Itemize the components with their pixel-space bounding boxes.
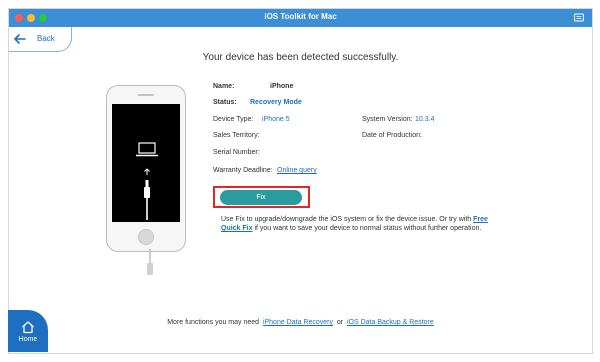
home-icon	[22, 321, 34, 334]
usb-plug-icon	[147, 249, 153, 275]
laptop-icon	[136, 142, 158, 157]
up-arrow-icon	[144, 168, 150, 175]
iphone-data-recovery-link[interactable]: iPhone Data Recovery	[263, 319, 333, 326]
back-arrow-icon	[14, 34, 26, 44]
system-version-label: System Version:	[362, 116, 413, 123]
device-type-label: Device Type:	[213, 116, 254, 123]
detection-message: Your device has been detected successful…	[202, 52, 399, 63]
footer-prefix: More functions you may need	[167, 319, 260, 326]
ios-data-backup-restore-link[interactable]: iOS Data Backup & Restore	[347, 319, 434, 326]
home-label: Home	[18, 336, 38, 343]
system-version-value: 10.3.4	[415, 116, 435, 123]
phone-home-key	[138, 229, 154, 245]
fix-description: Use Fix to upgrade/downgrade the iOS sys…	[221, 215, 491, 233]
phone-speaker	[138, 94, 154, 96]
status-value: Recovery Mode	[250, 99, 302, 106]
device-type-value: iPhone 5	[262, 116, 290, 123]
sales-territory-label: Sales Territory:	[213, 132, 260, 139]
fix-desc-text-1: Use Fix to upgrade/downgrade the iOS sys…	[221, 216, 472, 223]
menu-icon[interactable]	[573, 12, 585, 24]
lightning-cable-icon	[144, 180, 150, 220]
date-of-production-label: Date of Production:	[362, 132, 422, 139]
title-bar: iOS Toolkit for Mac	[9, 9, 592, 27]
phone-illustration	[106, 85, 186, 252]
warranty-deadline-label: Warranty Deadline:	[213, 167, 273, 174]
name-label: Name:	[213, 83, 235, 90]
phone-screen	[112, 104, 180, 222]
home-button[interactable]: Home	[8, 310, 48, 352]
online-query-link[interactable]: Online query	[277, 167, 317, 174]
footer-separator: or	[336, 319, 344, 326]
window-title: iOS Toolkit for Mac	[264, 12, 337, 21]
status-label: Status:	[213, 99, 237, 106]
name-value: iPhone	[270, 83, 294, 90]
serial-number-label: Serial Number:	[213, 149, 260, 156]
back-label: Back	[37, 34, 55, 43]
app-window: iOS Toolkit for Mac Back Your device has…	[8, 8, 593, 354]
footer-more-functions: More functions you may need iPhone Data …	[9, 319, 592, 326]
back-button[interactable]: Back	[9, 27, 72, 52]
fix-desc-text-2: if you want to save your device to norma…	[254, 225, 482, 232]
fix-button[interactable]: Fix	[220, 190, 302, 205]
